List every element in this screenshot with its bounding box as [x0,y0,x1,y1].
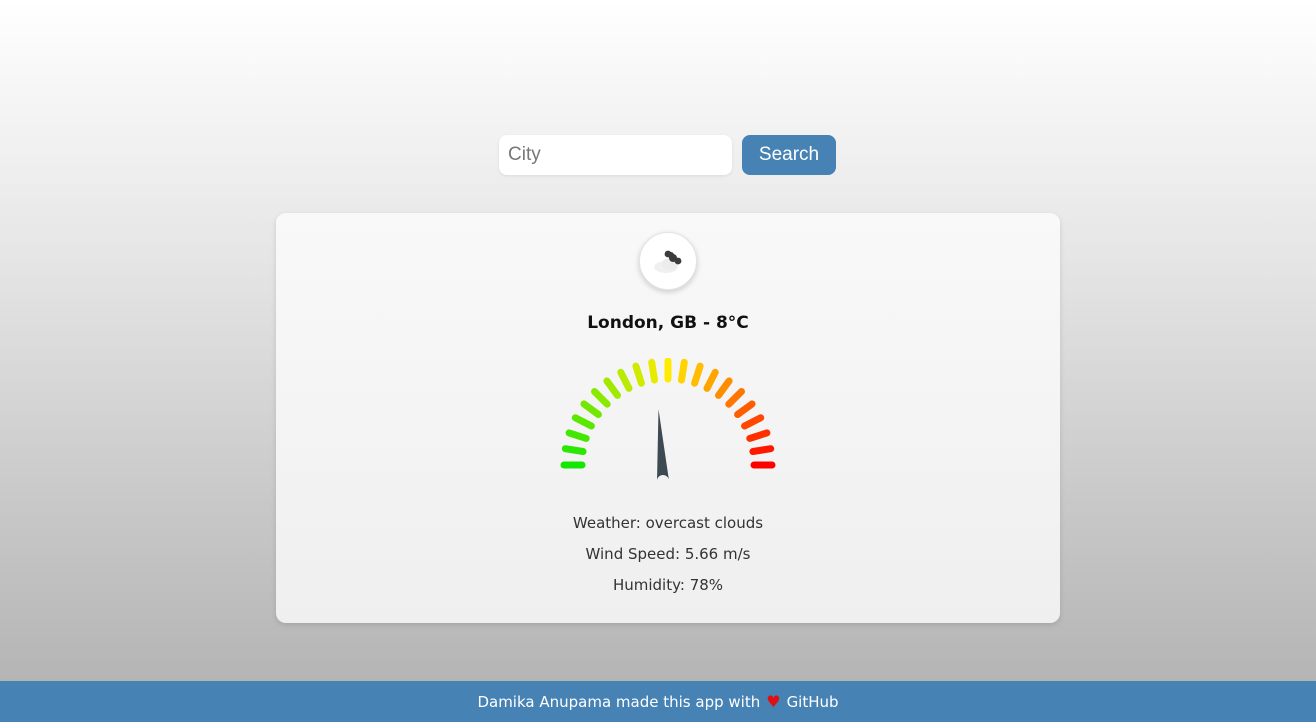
gauge-tick [571,414,595,430]
gauge-tick [580,400,602,418]
humidity: Humidity: 78% [612,576,724,594]
footer: Damika Anupama made this app with ♥ GitH… [0,681,1316,722]
weather-details: Weather: overcast clouds Wind Speed: 5.6… [276,513,1060,606]
gauge-tick [725,388,745,408]
city-temperature-title: London, GB - 8°C [587,313,749,333]
footer-text: Damika Anupama made this app with [477,692,761,711]
gauge-tick [703,368,719,392]
heart-icon: ♥ [766,692,781,711]
gauge-needle [656,409,669,482]
search-button[interactable]: Search [742,135,836,175]
gauge-tick [741,414,765,430]
gauge-tick [691,362,704,387]
gauge-tick [632,362,645,387]
gauge-tick [734,400,756,418]
search-bar: Search [499,135,836,175]
gauge-tick [603,377,621,399]
city-search-input[interactable] [499,135,732,175]
weather-description: Weather: overcast clouds [572,514,764,532]
gauge-tick [746,429,771,442]
weather-card: London, GB - 8°C Weather: overcast cloud… [276,213,1060,623]
gauge-tick [715,377,733,399]
gauge-tick [591,388,611,408]
github-link[interactable]: GitHub [787,693,839,711]
gauge-tick [561,445,587,455]
wind-speed: Wind Speed: 5.66 m/s [585,545,751,563]
gauge-ticks [560,358,776,469]
gauge-tick [565,429,590,442]
overcast-clouds-icon [654,250,682,273]
gauge-tick [617,368,633,392]
weather-icon-container [639,232,697,290]
gauge-tick [648,358,658,384]
weather-gauge [560,358,776,482]
gauge-tick [678,358,688,384]
gauge-tick [749,445,775,455]
